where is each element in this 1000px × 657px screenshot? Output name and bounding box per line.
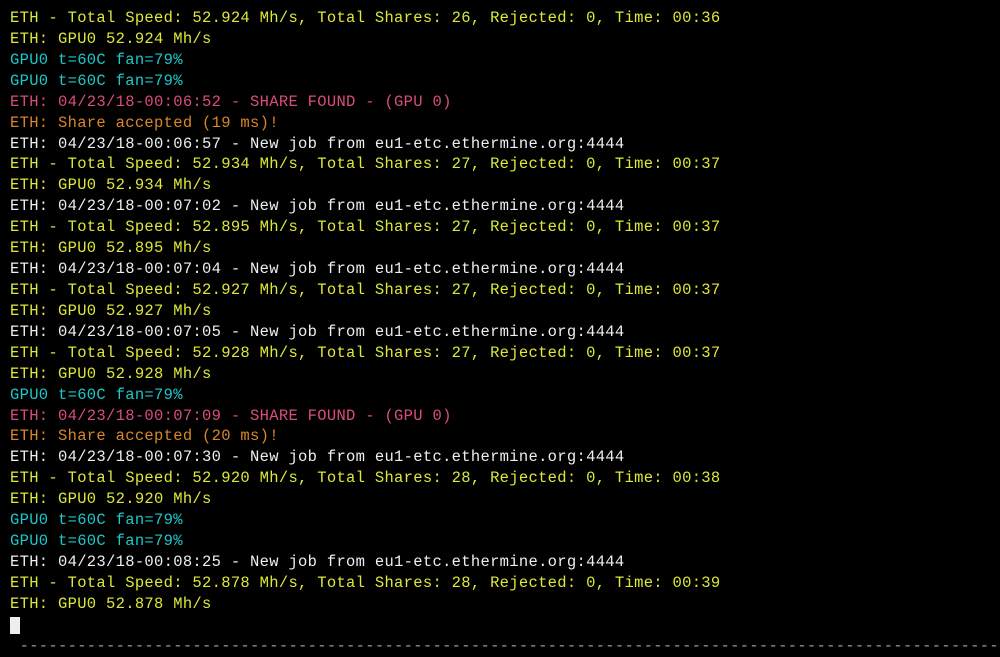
terminal-line: ETH: GPU0 52.924 Mh/s <box>10 29 990 50</box>
terminal-line: ETH: 04/23/18-00:07:09 - SHARE FOUND - (… <box>10 406 990 427</box>
terminal-line: ETH: 04/23/18-00:08:25 - New job from eu… <box>10 552 990 573</box>
terminal-line: ETH: GPU0 52.927 Mh/s <box>10 301 990 322</box>
terminal-line: GPU0 t=60C fan=79% <box>10 50 990 71</box>
terminal-line: ETH: 04/23/18-00:06:52 - SHARE FOUND - (… <box>10 92 990 113</box>
terminal-line: ETH: GPU0 52.934 Mh/s <box>10 175 990 196</box>
terminal-line: ETH: GPU0 52.895 Mh/s <box>10 238 990 259</box>
terminal-line: ETH: 04/23/18-00:07:30 - New job from eu… <box>10 447 990 468</box>
terminal-line: ETH: 04/23/18-00:06:57 - New job from eu… <box>10 134 990 155</box>
terminal-line: GPU0 t=60C fan=79% <box>10 510 990 531</box>
terminal-line: ETH - Total Speed: 52.934 Mh/s, Total Sh… <box>10 154 990 175</box>
terminal-line: ETH: 04/23/18-00:07:02 - New job from eu… <box>10 196 990 217</box>
cursor-block <box>10 617 20 634</box>
terminal-line: ETH - Total Speed: 52.928 Mh/s, Total Sh… <box>10 343 990 364</box>
terminal-line: ETH: 04/23/18-00:07:04 - New job from eu… <box>10 259 990 280</box>
terminal-line: ETH: GPU0 52.928 Mh/s <box>10 364 990 385</box>
terminal-line: GPU0 t=60C fan=79% <box>10 531 990 552</box>
terminal-line: GPU0 t=60C fan=79% <box>10 385 990 406</box>
terminal-line: ETH: GPU0 52.878 Mh/s <box>10 594 990 615</box>
terminal-line: ETH - Total Speed: 52.878 Mh/s, Total Sh… <box>10 573 990 594</box>
terminal-line: ETH - Total Speed: 52.927 Mh/s, Total Sh… <box>10 280 990 301</box>
terminal-line: ETH - Total Speed: 52.895 Mh/s, Total Sh… <box>10 217 990 238</box>
terminal-line: ETH - Total Speed: 52.924 Mh/s, Total Sh… <box>10 8 990 29</box>
divider-line: ----------------------------------------… <box>10 636 990 657</box>
terminal-line: ETH - Total Speed: 52.920 Mh/s, Total Sh… <box>10 468 990 489</box>
terminal-line: ETH: Share accepted (19 ms)! <box>10 113 990 134</box>
terminal-line: ETH: GPU0 52.920 Mh/s <box>10 489 990 510</box>
terminal-line: GPU0 t=60C fan=79% <box>10 71 990 92</box>
terminal-line: ETH: Share accepted (20 ms)! <box>10 426 990 447</box>
terminal-cursor-line <box>10 615 990 636</box>
terminal-output: ETH - Total Speed: 52.924 Mh/s, Total Sh… <box>10 8 990 657</box>
terminal-line: ETH: 04/23/18-00:07:05 - New job from eu… <box>10 322 990 343</box>
